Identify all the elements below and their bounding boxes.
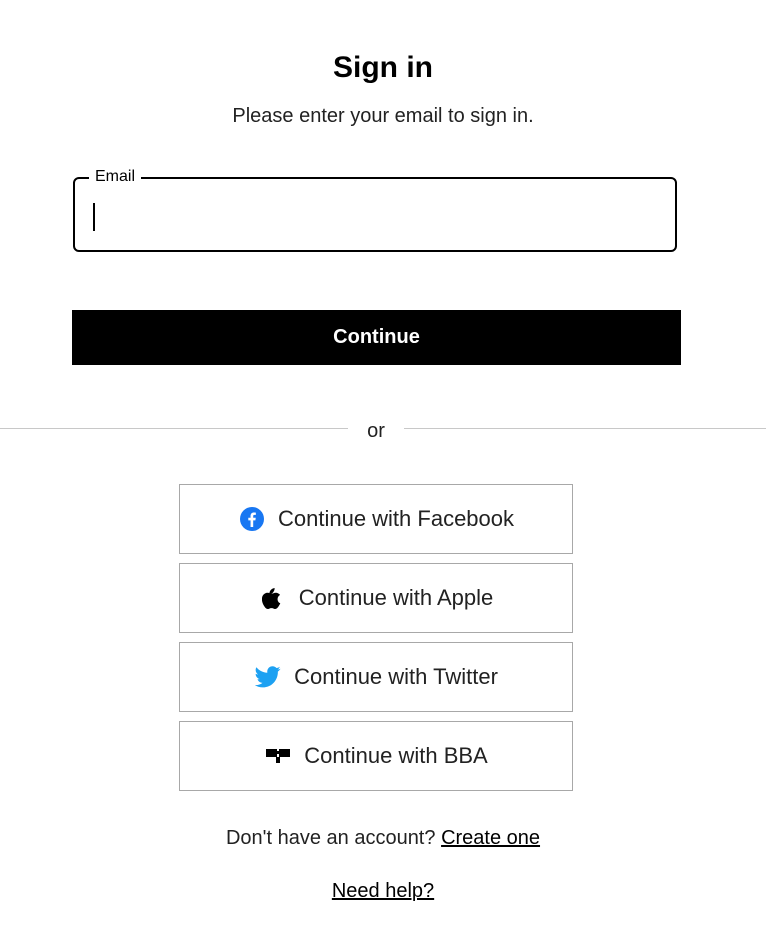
page-subtitle: Please enter your email to sign in.: [232, 105, 534, 127]
sign-in-page: Sign in Please enter your email to sign …: [0, 0, 766, 949]
facebook-icon: [238, 505, 266, 533]
apple-button-label: Continue with Apple: [298, 585, 494, 610]
twitter-button-label: Continue with Twitter: [294, 664, 498, 689]
facebook-button-label: Continue with Facebook: [277, 506, 515, 531]
twitter-icon: [254, 663, 282, 691]
create-account-row: Don't have an account? Create one: [0, 824, 766, 852]
bba-button-label: Continue with BBA: [304, 743, 488, 768]
continue-with-facebook-button[interactable]: Continue with Facebook: [179, 484, 573, 554]
continue-with-bba-button[interactable]: Continue with BBA: [179, 721, 573, 791]
help-row: Need help?: [0, 877, 766, 905]
page-title: Sign in: [333, 51, 433, 84]
continue-with-apple-button[interactable]: Continue with Apple: [179, 563, 573, 633]
apple-icon: [259, 584, 287, 612]
email-field[interactable]: Email: [73, 167, 677, 252]
divider-text: or: [367, 420, 385, 442]
text-cursor: [93, 203, 95, 231]
continue-button[interactable]: Continue: [72, 310, 681, 365]
create-account-link[interactable]: Create one: [441, 827, 540, 849]
no-account-text: Don't have an account?: [225, 827, 436, 849]
bba-icon: [264, 742, 292, 770]
divider-line-right: [404, 428, 766, 429]
continue-with-twitter-button[interactable]: Continue with Twitter: [179, 642, 573, 712]
divider-line-left: [0, 428, 348, 429]
email-input[interactable]: [89, 197, 659, 233]
need-help-link[interactable]: Need help?: [332, 880, 434, 902]
email-field-label: Email: [89, 167, 142, 187]
